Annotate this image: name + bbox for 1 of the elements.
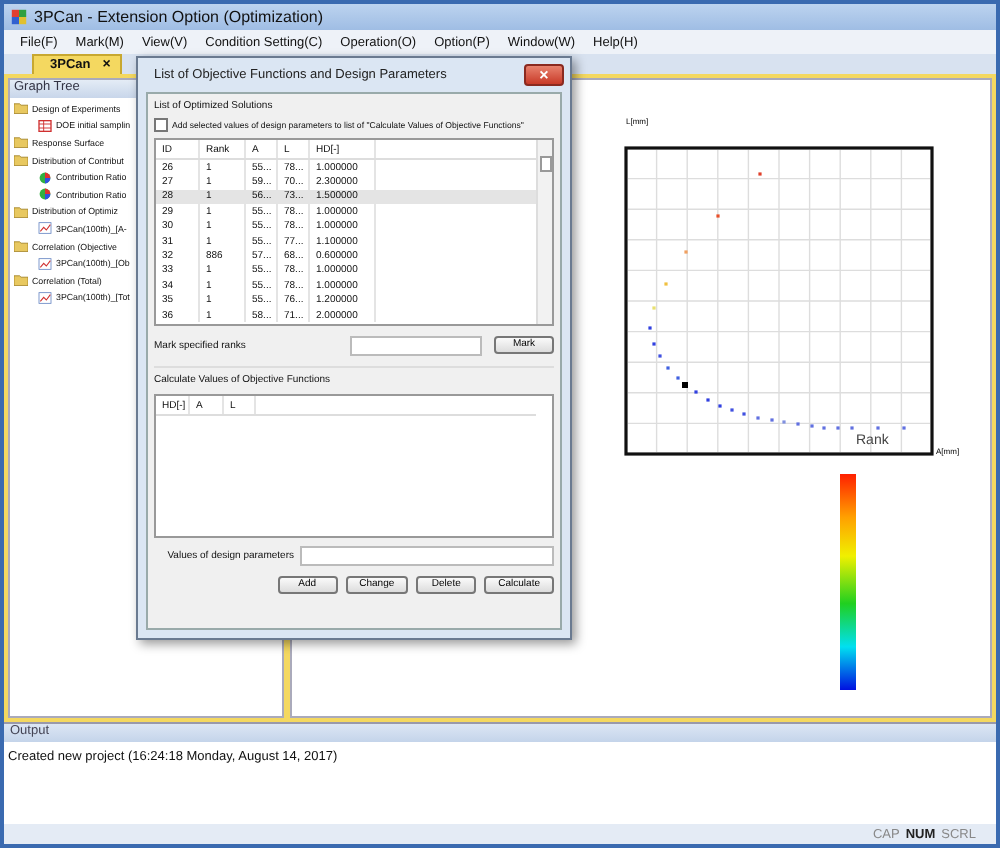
window-title: 3PCan - Extension Option (Optimization) [34, 8, 324, 26]
